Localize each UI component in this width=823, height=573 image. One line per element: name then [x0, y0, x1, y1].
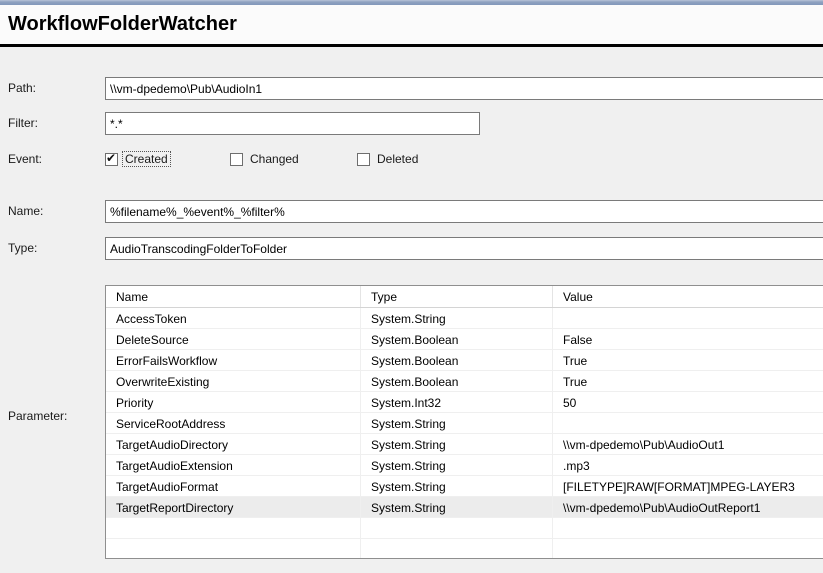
table-cell-value	[553, 518, 823, 538]
table-cell-name: AccessToken	[106, 308, 361, 328]
checkbox-deleted-box[interactable]	[357, 153, 370, 166]
table-cell-name: Priority	[106, 392, 361, 412]
table-cell-value: [FILETYPE]RAW[FORMAT]MPEG-LAYER3	[553, 476, 823, 496]
table-cell-value: \\vm-dpedemo\Pub\AudioOut1	[553, 434, 823, 454]
type-input[interactable]	[105, 237, 823, 260]
type-label: Type:	[8, 241, 37, 255]
event-checkbox-changed[interactable]: Changed	[230, 151, 302, 167]
title-band: WorkflowFolderWatcher	[0, 5, 823, 44]
table-row[interactable]: AccessTokenSystem.String	[106, 308, 823, 329]
event-label: Event:	[8, 152, 42, 166]
table-cell-name: TargetAudioDirectory	[106, 434, 361, 454]
filter-label: Filter:	[8, 116, 38, 130]
name-label: Name:	[8, 204, 43, 218]
table-row[interactable]: DeleteSourceSystem.BooleanFalse	[106, 329, 823, 350]
page-title: WorkflowFolderWatcher	[8, 13, 237, 36]
table-row[interactable]: ErrorFailsWorkflowSystem.BooleanTrue	[106, 350, 823, 371]
table-cell-type: System.String	[361, 308, 553, 328]
event-checkbox-created[interactable]: Created	[105, 151, 171, 167]
table-cell-type: System.Int32	[361, 392, 553, 412]
parameter-table-body: AccessTokenSystem.StringDeleteSourceSyst…	[106, 308, 823, 559]
table-row[interactable]: ServiceRootAddressSystem.String	[106, 413, 823, 434]
column-header-value[interactable]: Value	[553, 286, 823, 307]
table-row[interactable]: TargetReportDirectorySystem.String\\vm-d…	[106, 497, 823, 518]
checkbox-changed-label: Changed	[247, 151, 302, 167]
column-header-name[interactable]: Name	[106, 286, 361, 307]
table-cell-type: System.Boolean	[361, 350, 553, 370]
table-cell-type: System.String	[361, 413, 553, 433]
table-cell-value	[553, 413, 823, 433]
table-cell-value: 50	[553, 392, 823, 412]
parameter-table: Name Type Value AccessTokenSystem.String…	[105, 285, 823, 559]
checkbox-created-box[interactable]	[105, 153, 118, 166]
table-cell-type: System.Boolean	[361, 371, 553, 391]
column-header-type[interactable]: Type	[361, 286, 553, 307]
table-cell-value	[553, 539, 823, 559]
table-row[interactable]: OverwriteExistingSystem.BooleanTrue	[106, 371, 823, 392]
path-input[interactable]	[105, 77, 823, 100]
checkbox-created-label: Created	[122, 151, 171, 167]
table-cell-value: True	[553, 371, 823, 391]
table-cell-type: System.String	[361, 476, 553, 496]
checkbox-changed-box[interactable]	[230, 153, 243, 166]
table-cell-value: \\vm-dpedemo\Pub\AudioOutReport1	[553, 497, 823, 517]
title-underline	[0, 44, 823, 47]
filter-input[interactable]	[105, 112, 480, 135]
table-cell-name: ServiceRootAddress	[106, 413, 361, 433]
table-cell-value: True	[553, 350, 823, 370]
table-row[interactable]: PrioritySystem.Int3250	[106, 392, 823, 413]
table-cell-type	[361, 518, 553, 538]
event-checkbox-deleted[interactable]: Deleted	[357, 151, 421, 167]
table-cell-name: TargetAudioExtension	[106, 455, 361, 475]
table-cell-type	[361, 539, 553, 559]
table-cell-name: TargetAudioFormat	[106, 476, 361, 496]
table-cell-name: TargetReportDirectory	[106, 497, 361, 517]
table-row[interactable]	[106, 539, 823, 559]
table-cell-name: OverwriteExisting	[106, 371, 361, 391]
workflow-folder-watcher-panel: WorkflowFolderWatcher Path: Filter: Even…	[0, 0, 823, 573]
name-input[interactable]	[105, 200, 823, 223]
table-cell-name	[106, 518, 361, 538]
table-cell-name	[106, 539, 361, 559]
table-row[interactable]: TargetAudioExtensionSystem.String.mp3	[106, 455, 823, 476]
table-cell-value: False	[553, 329, 823, 349]
table-row[interactable]: TargetAudioFormatSystem.String[FILETYPE]…	[106, 476, 823, 497]
path-label: Path:	[8, 81, 36, 95]
table-cell-type: System.String	[361, 434, 553, 454]
table-cell-type: System.Boolean	[361, 329, 553, 349]
table-cell-type: System.String	[361, 455, 553, 475]
table-row[interactable]	[106, 518, 823, 539]
checkbox-deleted-label: Deleted	[374, 151, 421, 167]
table-row[interactable]: TargetAudioDirectorySystem.String\\vm-dp…	[106, 434, 823, 455]
table-cell-value	[553, 308, 823, 328]
parameter-label: Parameter:	[8, 409, 67, 423]
table-cell-name: DeleteSource	[106, 329, 361, 349]
table-cell-type: System.String	[361, 497, 553, 517]
parameter-table-header: Name Type Value	[106, 286, 823, 308]
table-cell-name: ErrorFailsWorkflow	[106, 350, 361, 370]
table-cell-value: .mp3	[553, 455, 823, 475]
